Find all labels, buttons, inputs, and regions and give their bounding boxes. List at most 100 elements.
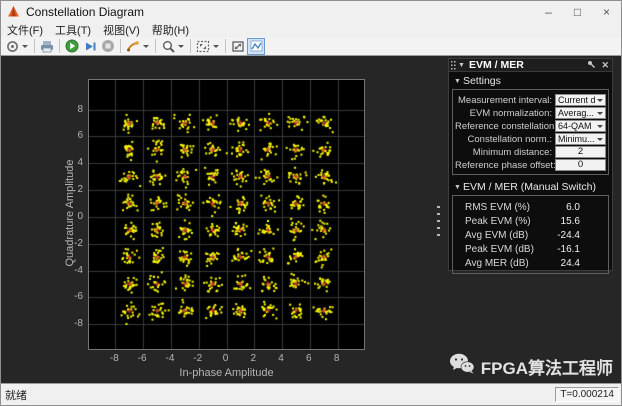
settings-gear-icon[interactable] [3,38,21,55]
zoom-icon[interactable] [159,38,177,55]
panel-pin-icon[interactable] [584,60,598,70]
fit-dropdown-caret[interactable] [213,45,219,48]
titlebar: Constellation Diagram – □ × [1,1,621,22]
settings-header-label: Settings [463,75,501,87]
menubar: 文件(F) 工具(T) 视图(V) 帮助(H) [1,22,621,37]
constellation-norm-select[interactable]: Minimu... [555,133,606,145]
panel-title: EVM / MER [469,59,524,71]
settings-collapse-icon: ▼ [454,78,461,85]
chevron-down-icon [597,112,603,115]
settings-section-header[interactable]: ▼ Settings [449,72,612,88]
minimum-distance-label: Minimum distance: [455,147,555,158]
field-row: Minimum distance: 2 [455,146,606,158]
matlab-logo-icon [7,5,20,18]
toolbar-separator [155,39,156,53]
x-tick-label: 6 [306,353,312,364]
signal-selector-icon[interactable] [247,38,265,55]
menu-view[interactable]: 视图(V) [97,22,146,38]
peak-evm-pct-label: Peak EVM (%) [455,216,531,227]
scope-content-area: Quadrature Amplitude 86420-2-4-6-8 -8-6-… [1,56,621,383]
x-tick-label: 2 [250,353,256,364]
menu-file[interactable]: 文件(F) [1,22,49,38]
peak-evm-db-value: -16.1 [557,244,606,255]
status-ready-text: 就绪 [1,387,27,403]
fit-to-view-icon[interactable] [194,38,212,55]
field-row: Reference constellation: 64-QAM [455,120,606,132]
panel-grip-icon[interactable] [451,61,456,70]
peak-evm-pct-value: 15.6 [561,216,606,227]
x-axis-label: In-phase Amplitude [88,367,365,379]
y-tick-label: 0 [55,211,83,222]
simulation-time-readout: T=0.000214 [555,387,619,402]
result-row: Peak EVM (%) 15.6 [455,214,606,228]
stop-icon[interactable] [99,38,117,55]
y-tick-label: 6 [55,130,83,141]
results-header-label: EVM / MER (Manual Switch) [463,181,596,193]
step-forward-icon[interactable] [81,38,99,55]
zoom-dropdown-caret[interactable] [178,45,184,48]
y-tick-label: 2 [55,184,83,195]
constellation-diagram-window: Constellation Diagram – □ × 文件(F) 工具(T) … [0,0,622,406]
y-tick-label: -6 [55,291,83,302]
toolbar-separator [190,39,191,53]
toolbar-separator [120,39,121,53]
evm-mer-panel-header: ▼ EVM / MER ✕ [449,59,612,72]
x-tick-label: -8 [110,353,119,364]
reference-constellation-label: Reference constellation: [455,121,555,132]
y-tick-label: 4 [55,157,83,168]
x-tick-label: 0 [223,353,229,364]
field-row: Constellation norm.: Minimu... [455,133,606,145]
print-icon[interactable] [38,38,56,55]
result-row: RMS EVM (%) 6.0 [455,200,606,214]
settings-groupbox: Measurement interval: Current d EVM norm… [452,89,609,175]
statusbar: 就绪 T=0.000214 [1,383,621,405]
settings-dropdown-caret[interactable] [22,45,28,48]
style-dropdown-caret[interactable] [143,45,149,48]
close-button[interactable]: × [592,1,621,22]
measurement-interval-select[interactable]: Current d [555,94,606,106]
x-tick-label: -2 [193,353,202,364]
reference-constellation-value: 64-QAM [556,121,597,131]
rms-evm-pct-value: 6.0 [566,202,606,213]
panel-collapse-icon[interactable]: ▼ [458,62,465,69]
x-tick-label: 4 [278,353,284,364]
y-tick-label: -8 [55,318,83,329]
y-tick-label: -4 [55,265,83,276]
panel-splitter-handle[interactable] [437,206,440,236]
toolbar-separator [34,39,35,53]
toolbar-separator [225,39,226,53]
x-tick-label: -4 [165,353,174,364]
avg-mer-db-label: Avg MER (dB) [455,258,529,269]
rms-evm-pct-label: RMS EVM (%) [455,202,530,213]
result-row: Avg EVM (dB) -24.4 [455,228,606,242]
x-tick-label: 8 [334,353,340,364]
x-tick-label: -6 [138,353,147,364]
toolbar-separator [59,39,60,53]
panel-close-icon[interactable]: ✕ [598,60,612,71]
evm-mer-panel: ▼ EVM / MER ✕ ▼ Settings Measurement int… [448,58,613,271]
evm-normalization-select[interactable]: Averag... [555,107,606,119]
toolbar [1,37,621,56]
menu-help[interactable]: 帮助(H) [146,22,195,38]
results-section-header[interactable]: ▼ EVM / MER (Manual Switch) [449,178,612,194]
result-row: Avg MER (dB) 24.4 [455,256,606,270]
maximize-button[interactable]: □ [563,1,592,22]
run-icon[interactable] [63,38,81,55]
menu-tools[interactable]: 工具(T) [49,22,97,38]
minimize-button[interactable]: – [534,1,563,22]
peak-evm-db-label: Peak EVM (dB) [455,244,534,255]
evm-normalization-value: Averag... [556,108,597,118]
reference-phase-offset-input[interactable]: 0 [555,159,606,171]
minimum-distance-input[interactable]: 2 [555,146,606,158]
constellation-plot-axes [88,79,365,350]
scale-axes-icon[interactable] [229,38,247,55]
avg-mer-db-value: 24.4 [561,258,606,269]
style-brush-icon[interactable] [124,38,142,55]
constellation-norm-label: Constellation norm.: [455,134,555,145]
window-title: Constellation Diagram [26,5,144,19]
avg-evm-db-label: Avg EVM (dB) [455,230,528,241]
chevron-down-icon [597,99,603,102]
reference-constellation-select[interactable]: 64-QAM [555,120,606,132]
avg-evm-db-value: -24.4 [557,230,606,241]
field-row: Measurement interval: Current d [455,94,606,106]
